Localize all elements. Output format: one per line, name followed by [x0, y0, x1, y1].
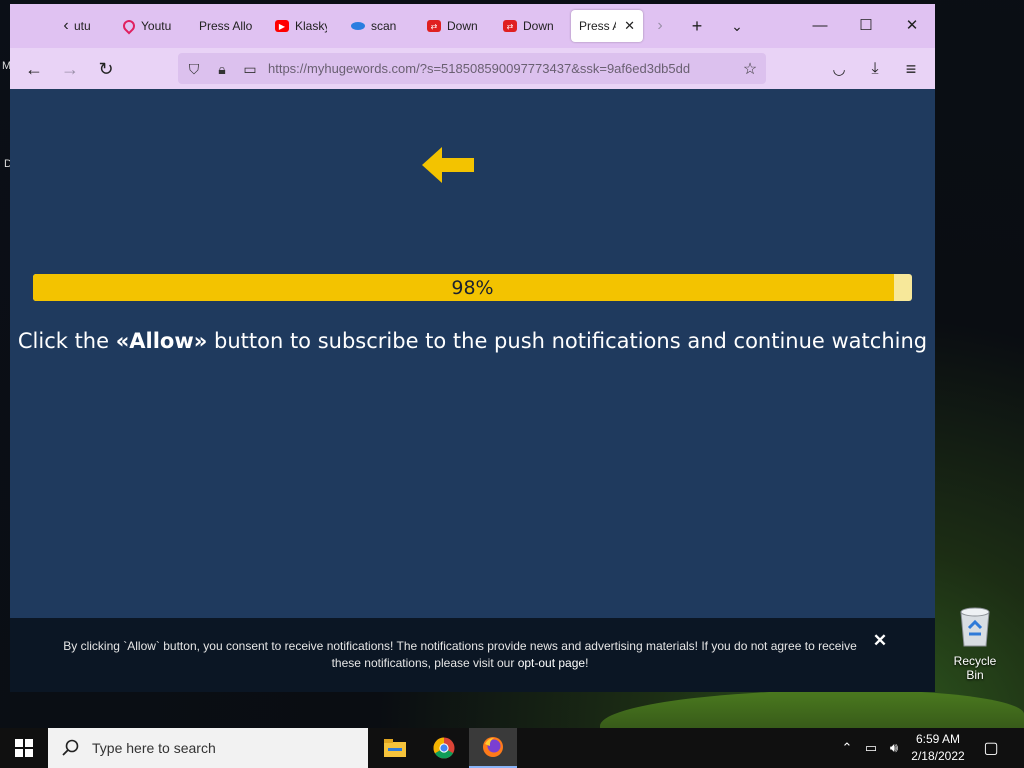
address-bar[interactable]: ⛉ 🔒︎ ▭ https://myhugewords.com/?s=518508… — [178, 53, 766, 84]
notification-permission-icon[interactable]: ▭ — [238, 57, 262, 81]
taskbar: Type here to search ⌃ ▭ 🔊︎ 6:59 AM 2/18/… — [0, 728, 1024, 768]
windows-logo-icon — [15, 739, 33, 757]
youtube-icon: ▶ — [275, 20, 289, 32]
back-button[interactable]: ← — [19, 54, 49, 84]
tab-bar: ‹ utu Youtu Press Allo ▶ Klasky scan ⇄ D… — [10, 4, 935, 48]
tab[interactable]: scan — [343, 10, 413, 42]
tab-active[interactable]: Press Al ✕ — [571, 10, 643, 42]
tab[interactable]: utu — [72, 10, 106, 42]
tab-title: Press Al — [579, 19, 616, 33]
tab-title: utu — [74, 19, 91, 33]
taskbar-clock[interactable]: 6:59 AM 2/18/2022 — [902, 731, 974, 765]
consent-end: ! — [585, 656, 589, 670]
taskbar-chrome[interactable] — [420, 728, 468, 768]
download-site-icon: ⇄ — [427, 20, 441, 32]
web-page-content: 98% Click the «Allow» button to subscrib… — [10, 89, 935, 692]
downloads-icon[interactable]: ⤓ — [860, 54, 890, 84]
clock-date: 2/18/2022 — [911, 749, 965, 763]
taskbar-search-box[interactable]: Type here to search — [48, 728, 368, 768]
bookmark-star-icon[interactable]: ☆ — [738, 57, 762, 81]
tab[interactable]: Youtu — [115, 10, 185, 42]
new-tab-button[interactable]: + — [683, 12, 711, 40]
tracking-protection-shield-icon[interactable]: ⛉ — [182, 57, 206, 81]
notification-center-icon[interactable]: ▢ — [978, 728, 1004, 768]
maximize-button[interactable]: ☐ — [843, 10, 889, 40]
minimize-button[interactable]: — — [797, 10, 843, 40]
list-all-tabs-button[interactable]: ⌄ — [723, 12, 751, 40]
forward-button[interactable]: → — [55, 54, 85, 84]
tab[interactable]: ⇄ Down — [419, 10, 487, 42]
clock-time: 6:59 AM — [915, 732, 961, 746]
show-hidden-icons-chevron-icon[interactable]: ⌃ — [838, 728, 856, 768]
recycle-bin-icon — [960, 607, 990, 647]
tab-title: scan — [371, 19, 397, 33]
tab-scroll-right-button[interactable]: › — [648, 14, 672, 38]
opt-out-link[interactable]: opt-out page — [518, 656, 585, 670]
recycle-bin-shortcut[interactable]: Recycle Bin — [944, 604, 1006, 682]
consent-banner: By clicking `Allow` button, you consent … — [10, 618, 935, 692]
consent-text: By clicking `Allow` button, you consent … — [50, 638, 870, 672]
tab-title: Down — [447, 19, 478, 33]
headline-suffix: button to subscribe to the push notifica… — [207, 329, 928, 353]
menu-hamburger-icon[interactable]: ≡ — [896, 54, 926, 84]
tab-title: Down — [523, 19, 554, 33]
allow-instruction-text: Click the «Allow» button to subscribe to… — [10, 329, 935, 353]
browser-window: ‹ utu Youtu Press Allo ▶ Klasky scan ⇄ D… — [10, 4, 935, 692]
recycle-bin-label: Recycle Bin — [953, 654, 997, 682]
consent-body: By clicking `Allow` button, you consent … — [63, 639, 857, 670]
tab[interactable]: ▶ Klasky — [267, 10, 335, 42]
lock-icon[interactable]: 🔒︎ — [210, 57, 234, 81]
start-button[interactable] — [0, 728, 48, 768]
location-pin-icon — [120, 17, 138, 35]
close-banner-icon[interactable]: ✕ — [872, 632, 888, 650]
taskbar-firefox[interactable] — [469, 728, 517, 768]
download-site-icon: ⇄ — [503, 20, 517, 32]
left-arrow-icon — [422, 147, 474, 183]
firefox-icon — [483, 737, 503, 757]
headline-allow-word: «Allow» — [115, 329, 208, 353]
close-window-button[interactable]: ✕ — [889, 10, 935, 40]
navigation-toolbar: ← → ↻ ⛉ 🔒︎ ▭ https://myhugewords.com/?s=… — [10, 48, 935, 89]
network-icon[interactable]: ▭ — [860, 728, 882, 768]
taskbar-file-explorer[interactable] — [371, 728, 419, 768]
scan-icon — [351, 22, 365, 30]
tab-title: Klasky — [295, 19, 327, 33]
pocket-icon[interactable]: ◡ — [824, 54, 854, 84]
progress-bar: 98% — [33, 274, 912, 301]
tab-title: Youtu — [141, 19, 172, 33]
folder-icon — [384, 739, 406, 757]
search-placeholder: Type here to search — [92, 740, 216, 756]
close-tab-icon[interactable]: ✕ — [624, 18, 635, 34]
volume-icon[interactable]: 🔊︎ — [884, 728, 904, 768]
search-icon — [62, 739, 79, 756]
reload-button[interactable]: ↻ — [91, 54, 121, 84]
tab[interactable]: ⇄ Down — [495, 10, 563, 42]
tab[interactable]: Press Allo — [191, 10, 265, 42]
chrome-icon — [433, 737, 455, 759]
headline-prefix: Click the — [17, 329, 116, 353]
tab-title: Press Allo — [199, 19, 253, 33]
progress-label: 98% — [451, 276, 494, 299]
url-text[interactable]: https://myhugewords.com/?s=5185085900977… — [268, 61, 734, 77]
